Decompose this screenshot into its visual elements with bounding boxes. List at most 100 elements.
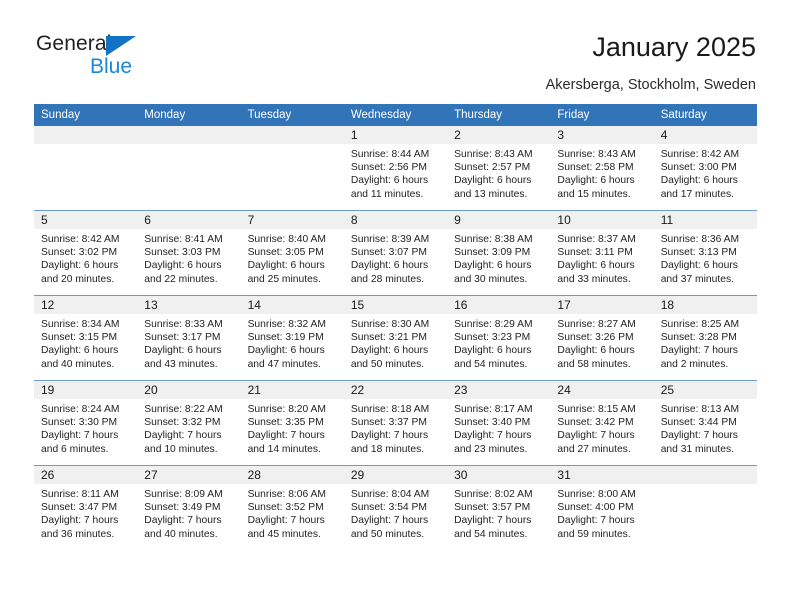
calendar-day-cell[interactable]: 3 Sunrise: 8:43 AM Sunset: 2:58 PM Daylight… [550, 126, 654, 211]
day-number [34, 126, 138, 144]
calendar-day-cell[interactable]: 15 Sunrise: 8:30 AM Sunset: 3:21 PM Dayligh… [343, 295, 448, 381]
calendar-day-cell[interactable]: 10 Sunrise: 8:37 AM Sunset: 3:11 PM Dayligh… [550, 210, 654, 296]
daylight-text-line1: Daylight: 7 hours [454, 515, 532, 527]
calendar-day-cell[interactable]: 8 Sunrise: 8:39 AM Sunset: 3:07 PM Daylight… [343, 210, 448, 296]
calendar-day-cell[interactable]: 23 Sunrise: 8:17 AM Sunset: 3:40 PM Dayligh… [447, 380, 551, 466]
daylight-text-line2: and 13 minutes. [454, 188, 528, 200]
calendar-day-cell[interactable]: 6 Sunrise: 8:41 AM Sunset: 3:03 PM Daylight… [137, 210, 241, 296]
calendar-day-cell[interactable]: 20 Sunrise: 8:22 AM Sunset: 3:32 PM Dayligh… [137, 380, 241, 466]
sunset-text: Sunset: 2:56 PM [350, 162, 427, 174]
weekday-header-sunday: Sunday [34, 104, 138, 126]
sunset-text: Sunset: 3:57 PM [454, 502, 531, 514]
calendar-day-cell[interactable]: 21 Sunrise: 8:20 AM Sunset: 3:35 PM Dayligh… [240, 380, 344, 466]
sun-info: Sunrise: 8:33 AM Sunset: 3:17 PM Daylight:… [137, 314, 240, 371]
calendar-day-cell[interactable]: 11 Sunrise: 8:36 AM Sunset: 3:13 PM Dayligh… [653, 210, 757, 296]
daylight-text-line1: Daylight: 7 hours [144, 430, 222, 442]
sunset-text: Sunset: 3:42 PM [557, 417, 634, 429]
sunrise-text: Sunrise: 8:02 AM [454, 489, 533, 500]
day-number: 15 [343, 296, 448, 314]
blue-triangle-icon [106, 36, 136, 56]
daylight-text-line2: and 40 minutes. [144, 528, 218, 540]
day-number [137, 126, 241, 144]
sunset-text: Sunset: 3:30 PM [41, 417, 118, 429]
sunrise-text: Sunrise: 8:42 AM [660, 149, 740, 160]
day-number: 4 [653, 126, 757, 144]
day-number: 10 [550, 211, 654, 229]
sunrise-text: Sunrise: 8:13 AM [660, 404, 740, 415]
daylight-text-line2: and 15 minutes. [557, 188, 631, 200]
day-number: 12 [34, 296, 138, 314]
calendar-day-cell[interactable]: 2 Sunrise: 8:43 AM Sunset: 2:57 PM Daylight… [447, 126, 551, 211]
calendar-day-cell-empty [34, 126, 138, 211]
calendar-day-cell[interactable]: 26 Sunrise: 8:11 AM Sunset: 3:47 PM Dayligh… [34, 465, 138, 550]
sun-info: Sunrise: 8:11 AM Sunset: 3:47 PM Daylight:… [34, 484, 137, 541]
calendar-week-row: 19 Sunrise: 8:24 AM Sunset: 3:30 PM Dayligh… [34, 380, 757, 466]
sunrise-text: Sunrise: 8:29 AM [454, 319, 533, 330]
calendar-day-cell[interactable]: 12 Sunrise: 8:34 AM Sunset: 3:15 PM Dayligh… [34, 295, 138, 381]
sunrise-text: Sunrise: 8:41 AM [144, 234, 223, 245]
sun-info: Sunrise: 8:06 AM Sunset: 3:52 PM Daylight:… [241, 484, 344, 541]
calendar-day-cell[interactable]: 18 Sunrise: 8:25 AM Sunset: 3:28 PM Dayligh… [653, 295, 757, 381]
generalblue-logo[interactable]: General Blue [36, 32, 236, 90]
calendar-day-cell[interactable]: 28 Sunrise: 8:06 AM Sunset: 3:52 PM Dayligh… [240, 465, 344, 550]
calendar-day-cell[interactable]: 24 Sunrise: 8:15 AM Sunset: 3:42 PM Dayligh… [550, 380, 654, 466]
sun-info: Sunrise: 8:38 AM Sunset: 3:09 PM Daylight:… [447, 229, 550, 286]
daylight-text-line2: and 6 minutes. [41, 443, 109, 455]
day-number: 2 [447, 126, 551, 144]
sun-info: Sunrise: 8:42 AM Sunset: 3:02 PM Daylight:… [34, 229, 137, 286]
daylight-text-line2: and 54 minutes. [454, 528, 528, 540]
day-number [653, 466, 757, 484]
sunrise-text: Sunrise: 8:06 AM [247, 489, 326, 500]
day-number [240, 126, 344, 144]
calendar-day-cell[interactable]: 16 Sunrise: 8:29 AM Sunset: 3:23 PM Dayligh… [447, 295, 551, 381]
weekday-header-tuesday: Tuesday [240, 104, 344, 126]
daylight-text-line2: and 50 minutes. [350, 528, 425, 540]
sunset-text: Sunset: 3:02 PM [41, 247, 118, 259]
sun-info: Sunrise: 8:25 AM Sunset: 3:28 PM Daylight:… [654, 314, 757, 371]
sunset-text: Sunset: 4:00 PM [557, 502, 634, 514]
sun-info: Sunrise: 8:44 AM Sunset: 2:56 PM Daylight:… [344, 144, 447, 201]
daylight-text-line1: Daylight: 6 hours [454, 345, 532, 357]
calendar-day-cell[interactable]: 31 Sunrise: 8:00 AM Sunset: 4:00 PM Dayligh… [550, 465, 654, 550]
sunrise-text: Sunrise: 8:42 AM [41, 234, 120, 245]
daylight-text-line2: and 54 minutes. [454, 358, 528, 370]
sunset-text: Sunset: 3:26 PM [557, 332, 634, 344]
calendar-day-cell[interactable]: 17 Sunrise: 8:27 AM Sunset: 3:26 PM Dayligh… [550, 295, 654, 381]
day-number: 31 [550, 466, 654, 484]
day-number: 29 [343, 466, 448, 484]
calendar-day-cell[interactable]: 5 Sunrise: 8:42 AM Sunset: 3:02 PM Daylight… [34, 210, 138, 296]
sunset-text: Sunset: 3:47 PM [41, 502, 118, 514]
calendar-day-cell[interactable]: 1 Sunrise: 8:44 AM Sunset: 2:56 PM Daylight… [343, 126, 448, 211]
calendar-day-cell[interactable]: 19 Sunrise: 8:24 AM Sunset: 3:30 PM Dayligh… [34, 380, 138, 466]
sunrise-text: Sunrise: 8:39 AM [350, 234, 430, 245]
daylight-text-line1: Daylight: 6 hours [350, 175, 429, 187]
daylight-text-line2: and 58 minutes. [557, 358, 631, 370]
day-number: 22 [343, 381, 448, 399]
calendar-week-row: 5 Sunrise: 8:42 AM Sunset: 3:02 PM Daylight… [34, 210, 757, 296]
calendar-body: 1 Sunrise: 8:44 AM Sunset: 2:56 PM Daylight… [34, 126, 757, 550]
page-header: General Blue January 2025 Akersberga, St… [0, 0, 792, 100]
calendar-day-cell[interactable]: 27 Sunrise: 8:09 AM Sunset: 3:49 PM Dayligh… [137, 465, 241, 550]
calendar-day-cell[interactable]: 13 Sunrise: 8:33 AM Sunset: 3:17 PM Dayligh… [137, 295, 241, 381]
sunrise-text: Sunrise: 8:11 AM [41, 489, 119, 500]
sunset-text: Sunset: 3:07 PM [350, 247, 427, 259]
sunset-text: Sunset: 3:52 PM [247, 502, 324, 514]
calendar-day-cell[interactable]: 30 Sunrise: 8:02 AM Sunset: 3:57 PM Dayligh… [447, 465, 551, 550]
sunset-text: Sunset: 3:00 PM [660, 162, 737, 174]
daylight-text-line2: and 40 minutes. [41, 358, 115, 370]
calendar-table: Sunday Monday Tuesday Wednesday Thursday… [34, 104, 757, 550]
calendar-day-cell[interactable]: 14 Sunrise: 8:32 AM Sunset: 3:19 PM Dayligh… [240, 295, 344, 381]
calendar-day-cell[interactable]: 25 Sunrise: 8:13 AM Sunset: 3:44 PM Dayligh… [653, 380, 757, 466]
calendar-day-cell[interactable]: 7 Sunrise: 8:40 AM Sunset: 3:05 PM Daylight… [240, 210, 344, 296]
daylight-text-line2: and 25 minutes. [247, 273, 321, 285]
calendar-day-cell[interactable]: 29 Sunrise: 8:04 AM Sunset: 3:54 PM Dayligh… [343, 465, 448, 550]
sun-info: Sunrise: 8:30 AM Sunset: 3:21 PM Daylight:… [344, 314, 447, 371]
calendar-day-cell[interactable]: 4 Sunrise: 8:42 AM Sunset: 3:00 PM Daylight… [653, 126, 757, 211]
calendar-day-cell[interactable]: 22 Sunrise: 8:18 AM Sunset: 3:37 PM Dayligh… [343, 380, 448, 466]
sunset-text: Sunset: 3:05 PM [247, 247, 324, 259]
calendar-day-cell[interactable]: 9 Sunrise: 8:38 AM Sunset: 3:09 PM Daylight… [447, 210, 551, 296]
day-number: 30 [447, 466, 551, 484]
daylight-text-line2: and 14 minutes. [247, 443, 321, 455]
sun-info: Sunrise: 8:13 AM Sunset: 3:44 PM Daylight:… [654, 399, 757, 456]
sunrise-text: Sunrise: 8:15 AM [557, 404, 636, 415]
